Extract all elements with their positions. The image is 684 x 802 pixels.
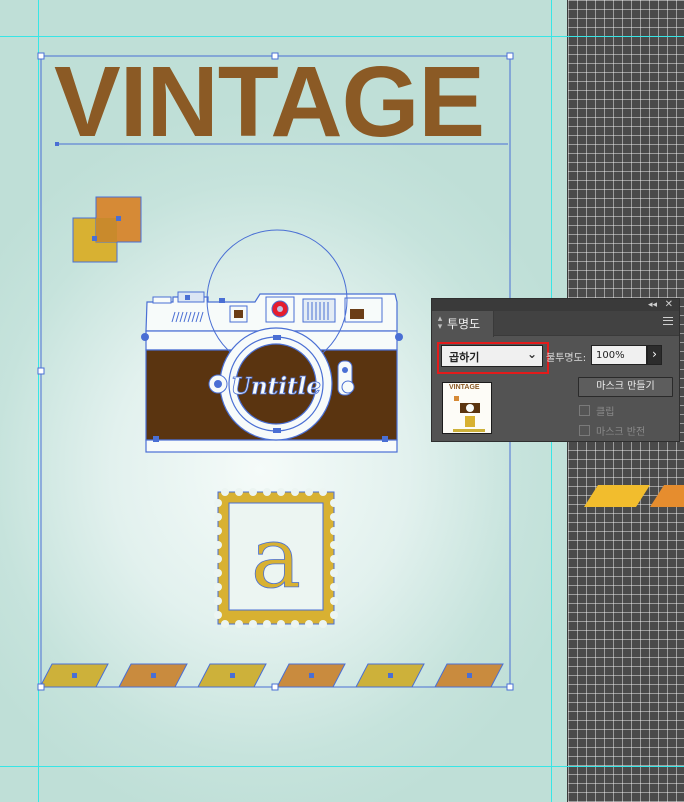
close-icon[interactable]: ✕ [665,299,673,311]
square-overlap [96,218,117,242]
anchor-point [395,333,403,341]
anchor-point [219,298,225,303]
camera-red-button-center [277,306,283,312]
anchor-point [309,673,314,678]
layer-thumbnail[interactable]: VINTAGE [442,382,492,434]
blend-mode-dropdown[interactable]: 곱하기 ⌄ [441,345,543,367]
camera-dial [177,291,205,303]
resize-handle-bottom-right[interactable] [506,683,514,691]
thumbnail-artwork [453,396,485,432]
anchor-point [151,673,156,678]
camera-lug-left-center [214,380,222,388]
anchor-point [92,236,97,241]
transparency-panel: ◂◂ ✕ ▴▾ 투명도 곱하기 ⌄ 불투명도: › VINTAGE 마스크 만들… [431,298,680,442]
anchor-point [141,333,149,341]
pasteboard-ribbon-orange[interactable] [650,485,684,507]
clip-checkbox[interactable] [579,405,590,416]
anchor-point [388,673,393,678]
camera-illustration[interactable]: Untitle [141,229,403,453]
camera-lug-right-knob [341,380,355,394]
stamp-letter: a [251,509,301,607]
blend-mode-value: 곱하기 [449,351,480,364]
double-chevron-icon[interactable]: ◂◂ [648,299,657,311]
anchor-point [55,142,59,146]
anchor-point [185,295,190,300]
opacity-input[interactable] [591,345,647,365]
resize-handle-top-left[interactable] [37,52,45,60]
resize-handle-bottom[interactable] [271,683,279,691]
anchor-point [153,436,159,442]
camera-shutter-button [234,310,243,318]
opacity-arrow-button[interactable]: › [647,345,662,365]
anchor-point [382,436,388,442]
anchor-point [72,673,77,678]
resize-handle-left[interactable] [37,367,45,375]
anchor-point [467,673,472,678]
tab-transparency-label: 투명도 [447,317,481,331]
anchor-point [273,335,281,340]
pasteboard-ribbon-yellow[interactable] [584,485,650,507]
camera-lug-right-dot [342,367,348,373]
postage-stamp[interactable]: a [214,488,338,628]
clip-label: 클립 [596,407,615,418]
anchor-point [273,428,281,433]
panel-tabbar: ▴ ▾ 투명도 [432,311,679,337]
up-down-arrows-icon: ▴ ▾ [437,314,443,332]
anchor-point [230,673,235,678]
chevron-down-icon: ⌄ [526,347,537,361]
invert-mask-label: 마스크 반전 [596,427,646,438]
opacity-label: 불투명도: [546,353,587,364]
tab-transparency[interactable]: ▴ ▾ 투명도 [432,311,494,337]
camera-hotshoe [152,296,172,304]
panel-titlebar[interactable]: ◂◂ ✕ [432,299,679,311]
anchor-point [116,216,121,221]
resize-handle-top-right[interactable] [506,52,514,60]
invert-mask-checkbox[interactable] [579,425,590,436]
make-mask-button[interactable]: 마스크 만들기 [578,377,673,397]
camera-bottom [145,439,398,453]
resize-handle-top[interactable] [271,52,279,60]
camera-logo-text: Untitle [231,373,321,400]
resize-handle-bottom-left[interactable] [37,683,45,691]
hamburger-menu-icon[interactable] [663,317,673,325]
camera-window-inner [350,309,364,319]
